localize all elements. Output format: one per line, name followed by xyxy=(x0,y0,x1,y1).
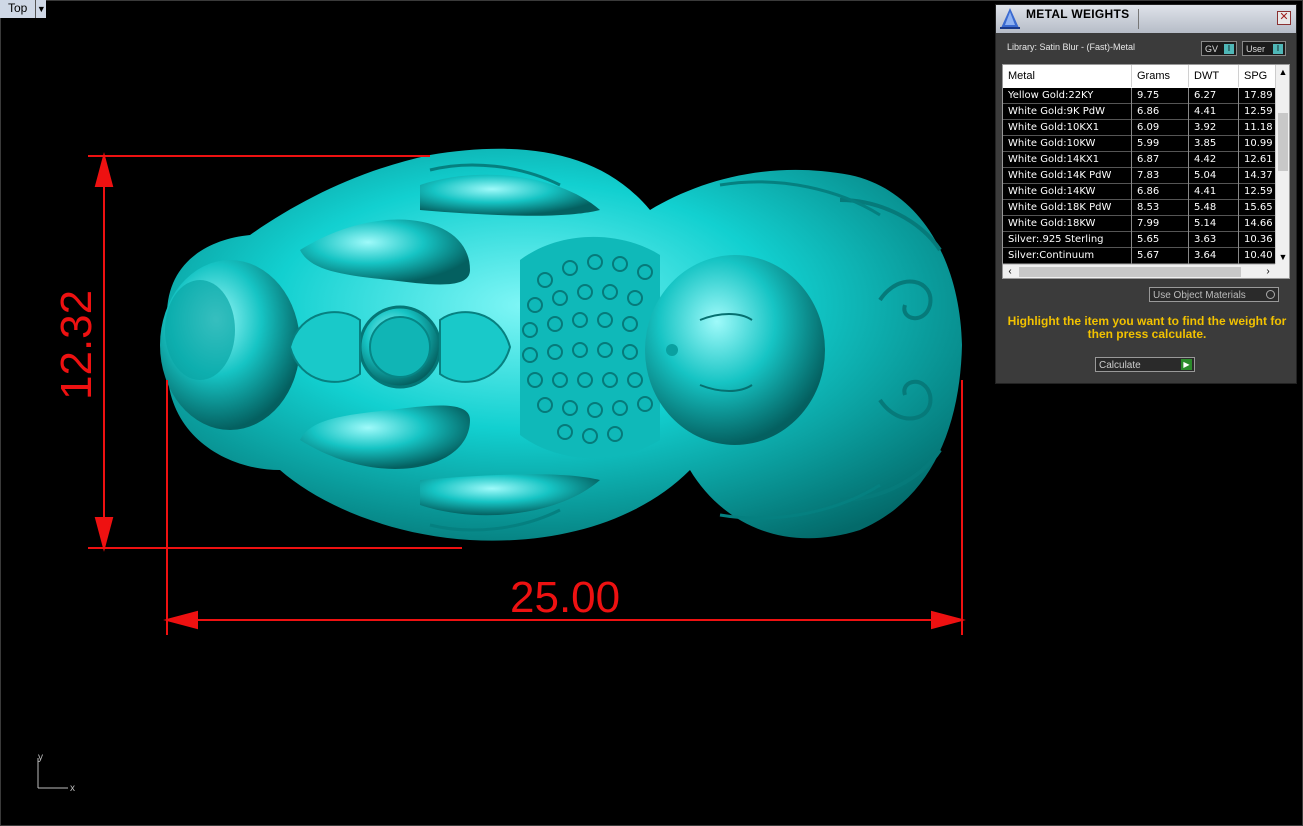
user-label: User xyxy=(1246,44,1266,54)
cell-dwt: 4.42 xyxy=(1189,152,1239,168)
cell-grams: 7.99 xyxy=(1132,216,1189,232)
cell-spg: 10.99 xyxy=(1239,136,1277,152)
cell-metal: White Gold:10KW xyxy=(1003,136,1132,152)
cell-metal: Yellow Gold:22KY xyxy=(1003,88,1132,104)
cell-spg: 10.40 xyxy=(1239,248,1277,264)
axis-x-label: x xyxy=(70,783,75,794)
horizontal-scrollbar[interactable]: ‹ › xyxy=(1003,264,1275,278)
axis-indicator-icon: y x xyxy=(37,752,75,794)
toggle-icon: I xyxy=(1224,44,1234,54)
cell-metal: White Gold:14K PdW xyxy=(1003,168,1132,184)
cell-grams: 9.75 xyxy=(1132,88,1189,104)
table-row[interactable]: White Gold:14KW 6.86 4.41 12.59 xyxy=(1003,184,1277,200)
panel-title: METAL WEIGHTS xyxy=(1026,7,1130,21)
cell-spg: 11.18 xyxy=(1239,120,1277,136)
gv-toggle[interactable]: GV I xyxy=(1201,41,1237,56)
metal-weights-panel: METAL WEIGHTS ✕ Library: Satin Blur - (F… xyxy=(995,4,1297,384)
scroll-right-icon[interactable]: › xyxy=(1261,265,1275,278)
cell-dwt: 3.63 xyxy=(1189,232,1239,248)
cell-metal: White Gold:14KX1 xyxy=(1003,152,1132,168)
dimension-height-label: 12.32 xyxy=(52,289,101,400)
cell-grams: 6.09 xyxy=(1132,120,1189,136)
table-header: Metal Grams DWT SPG xyxy=(1003,65,1277,87)
gv-label: GV xyxy=(1205,44,1219,54)
cell-grams: 6.87 xyxy=(1132,152,1189,168)
library-label: Library: Satin Blur - (Fast)-Metal xyxy=(1007,42,1136,52)
table-row[interactable]: White Gold:14KX1 6.87 4.42 12.61 xyxy=(1003,152,1277,168)
cell-metal: White Gold:18K PdW xyxy=(1003,200,1132,216)
vertical-scrollbar[interactable]: ▲ ▼ xyxy=(1275,65,1289,264)
cell-metal: Silver:Continuum xyxy=(1003,248,1132,264)
cell-spg: 14.37 xyxy=(1239,168,1277,184)
calculate-label: Calculate xyxy=(1099,360,1141,371)
cell-grams: 6.86 xyxy=(1132,184,1189,200)
cell-grams: 8.53 xyxy=(1132,200,1189,216)
cell-dwt: 4.41 xyxy=(1189,104,1239,120)
cell-metal: White Gold:9K PdW xyxy=(1003,104,1132,120)
viewport-name[interactable]: Top xyxy=(0,0,37,18)
table-row[interactable]: White Gold:9K PdW 6.86 4.41 12.59 xyxy=(1003,104,1277,120)
cell-spg: 17.89 xyxy=(1239,88,1277,104)
scroll-up-icon[interactable]: ▲ xyxy=(1276,65,1289,79)
cell-grams: 6.86 xyxy=(1132,104,1189,120)
cell-grams: 7.83 xyxy=(1132,168,1189,184)
use-object-materials-label: Use Object Materials xyxy=(1153,290,1246,301)
table-row[interactable]: Yellow Gold:22KY 9.75 6.27 17.89 xyxy=(1003,88,1277,104)
cell-dwt: 5.48 xyxy=(1189,200,1239,216)
table-row[interactable]: White Gold:10KW 5.99 3.85 10.99 xyxy=(1003,136,1277,152)
header-divider xyxy=(1138,9,1139,29)
play-icon: ▶ xyxy=(1181,359,1192,370)
toggle-icon: I xyxy=(1273,44,1283,54)
cell-grams: 5.67 xyxy=(1132,248,1189,264)
cell-dwt: 3.92 xyxy=(1189,120,1239,136)
scroll-thumb[interactable] xyxy=(1278,113,1288,171)
cell-metal: White Gold:10KX1 xyxy=(1003,120,1132,136)
cell-spg: 14.66 xyxy=(1239,216,1277,232)
user-toggle[interactable]: User I xyxy=(1242,41,1286,56)
table-row[interactable]: White Gold:18K PdW 8.53 5.48 15.65 xyxy=(1003,200,1277,216)
cell-grams: 5.99 xyxy=(1132,136,1189,152)
dimension-width-label: 25.00 xyxy=(510,573,621,622)
radio-icon[interactable] xyxy=(1266,290,1275,299)
cell-dwt: 5.14 xyxy=(1189,216,1239,232)
table-row[interactable]: White Gold:10KX1 6.09 3.92 11.18 xyxy=(1003,120,1277,136)
cell-spg: 12.59 xyxy=(1239,184,1277,200)
cell-spg: 12.59 xyxy=(1239,104,1277,120)
dropdown-arrow-icon[interactable]: ▼ xyxy=(36,0,47,18)
cell-dwt: 4.41 xyxy=(1189,184,1239,200)
scroll-thumb[interactable] xyxy=(1019,267,1241,277)
hint-text: Highlight the item you want to find the … xyxy=(1007,314,1287,341)
table-row[interactable]: White Gold:18KW 7.99 5.14 14.66 xyxy=(1003,216,1277,232)
cell-metal: White Gold:14KW xyxy=(1003,184,1132,200)
calculate-button[interactable]: Calculate ▶ xyxy=(1095,357,1195,372)
viewport-tab[interactable]: Top ▼ xyxy=(0,0,47,18)
cell-dwt: 3.85 xyxy=(1189,136,1239,152)
axis-y-label: y xyxy=(38,752,43,763)
scroll-down-icon[interactable]: ▼ xyxy=(1276,250,1289,264)
column-header-metal[interactable]: Metal xyxy=(1003,65,1132,87)
table-row[interactable]: White Gold:14K PdW 7.83 5.04 14.37 xyxy=(1003,168,1277,184)
cell-spg: 12.61 xyxy=(1239,152,1277,168)
cell-spg: 10.36 xyxy=(1239,232,1277,248)
cell-metal: Silver:.925 Sterling xyxy=(1003,232,1132,248)
table-body: Yellow Gold:22KY 9.75 6.27 17.89 White Gold:… xyxy=(1003,88,1277,264)
panel-header[interactable]: METAL WEIGHTS ✕ xyxy=(996,5,1296,33)
column-header-grams[interactable]: Grams xyxy=(1132,65,1189,87)
table-row[interactable]: Silver:.925 Sterling 5.65 3.63 10.36 xyxy=(1003,232,1277,248)
scroll-left-icon[interactable]: ‹ xyxy=(1003,265,1017,278)
cell-dwt: 5.04 xyxy=(1189,168,1239,184)
cell-spg: 15.65 xyxy=(1239,200,1277,216)
close-icon[interactable]: ✕ xyxy=(1277,11,1291,25)
column-header-dwt[interactable]: DWT xyxy=(1189,65,1239,87)
cell-metal: White Gold:18KW xyxy=(1003,216,1132,232)
column-header-spg[interactable]: SPG xyxy=(1239,65,1277,87)
cell-grams: 5.65 xyxy=(1132,232,1189,248)
use-object-materials-option[interactable]: Use Object Materials xyxy=(1149,287,1279,302)
app-logo-icon xyxy=(1000,8,1020,29)
cell-dwt: 6.27 xyxy=(1189,88,1239,104)
cell-dwt: 3.64 xyxy=(1189,248,1239,264)
table-row[interactable]: Silver:Continuum 5.67 3.64 10.40 xyxy=(1003,248,1277,264)
scroll-corner xyxy=(1275,264,1289,278)
metal-table[interactable]: Metal Grams DWT SPG Yellow Gold:22KY 9.75… xyxy=(1002,64,1290,279)
